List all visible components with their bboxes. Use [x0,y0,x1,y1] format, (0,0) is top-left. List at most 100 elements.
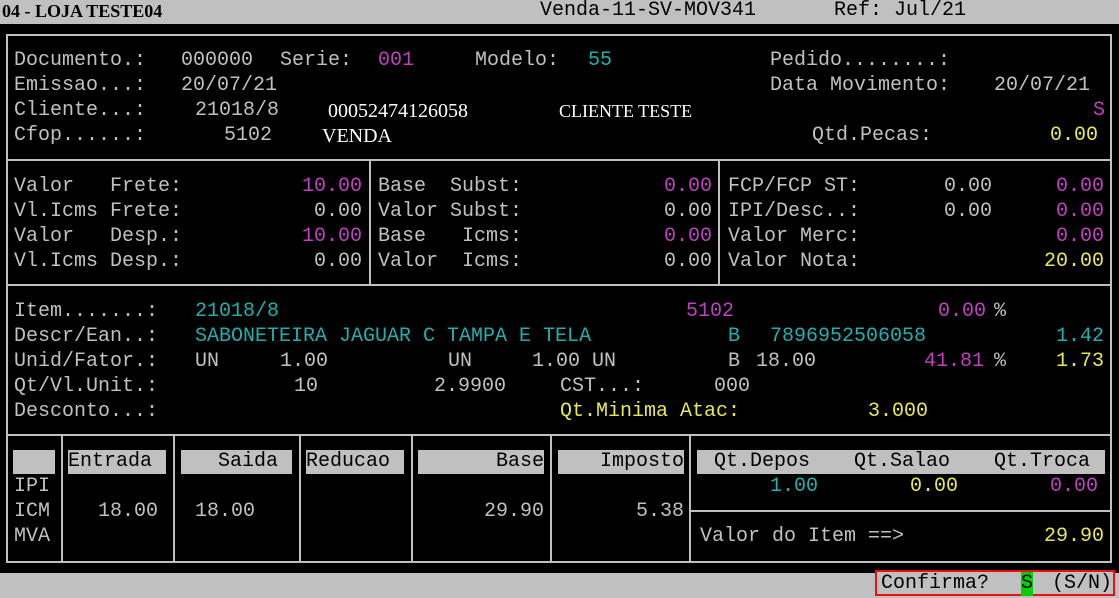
unid-1: UN [195,350,220,373]
item-percent: 0.00 [938,300,987,323]
qt-minima-label: Qt.Minima Atac: [560,400,741,423]
modelo-value: 55 [588,49,613,72]
divider [173,434,175,563]
qtd-pecas-value: 0.00 [1050,124,1099,147]
item-description: SABONETEIRA JAGUAR C TAMPA E TELA [195,325,592,348]
base-subst-label: Base Subst: [378,175,523,198]
divider [718,159,720,286]
cst-label: CST...: [560,375,645,398]
cfop-label: Cfop......: [14,124,147,147]
serie-value: 001 [378,49,415,72]
fator-2: 1.00 UN [532,350,617,373]
header-base: Base [418,450,544,474]
qt-depos-label: Qt.Depos [714,450,811,473]
cliente-name: CLIENTE TESTE [559,101,693,121]
header-imposto-label: Imposto [599,450,684,473]
data-movimento-label: Data Movimento: [770,74,951,97]
description-value: 1.42 [1055,325,1104,348]
item-percent-sign: % [994,300,1007,323]
reference-period: Ref: Jul/21 [834,0,967,22]
qt-depos-value: 1.00 [770,475,819,498]
ipi-desc-value-b: 0.00 [1055,200,1104,223]
divider [689,434,691,563]
valor-desp-value: 10.00 [301,225,362,248]
screen-id: Venda-11-SV-MOV341 [540,0,757,22]
icm-imposto: 5.38 [635,500,684,523]
base-subst-value: 0.00 [663,175,712,198]
valor-item-value: 29.90 [1043,525,1104,548]
valor-merc-label: Valor Merc: [728,225,861,248]
cliente-code: 21018/8 [195,99,280,122]
cst-value: 000 [714,375,751,398]
modelo-label: Modelo: [475,49,560,72]
valor-icms-label: Valor Icms: [378,250,523,273]
header-entrada: Entrada [68,450,166,474]
valor-icms-value: 0.00 [663,250,712,273]
row-ipi-label: IPI [14,475,51,498]
title-bar: 04 - LOJA TESTE04 Venda-11-SV-MOV341 Ref… [0,0,1119,24]
icm-base: 29.90 [483,500,544,523]
unid-flag: B [728,350,741,373]
divider [6,434,1112,436]
item-cfop: 5102 [686,300,735,323]
confirm-input[interactable]: S [1021,572,1034,596]
valor-subst-label: Valor Subst: [378,200,523,223]
confirm-prompt[interactable]: Confirma? S (S/N) [875,570,1115,596]
quantity: 10 [294,375,319,398]
emissao-label: Emissao...: [14,74,147,97]
vl-icms-desp-label: Vl.Icms Desp.: [14,250,183,273]
qt-salao-value: 0.00 [910,475,959,498]
data-movimento-value: 20/07/21 [994,74,1091,97]
unid-2: UN [448,350,473,373]
row-mva-label: MVA [14,525,51,548]
header-reducao: Reducao [306,450,404,474]
item-code: 21018/8 [195,300,280,323]
unid-value: 18.00 [756,350,817,373]
qt-label: Qt/Vl.Unit.: [14,375,159,398]
store-name: 04 - LOJA TESTE04 [2,1,163,21]
divider [689,510,1112,512]
header-reducao-label: Reducao [306,450,391,473]
unid-percent: 41.81 [924,350,985,373]
documento-label: Documento.: [14,49,147,72]
confirm-label: Confirma? [881,572,990,595]
fator-1: 1.00 [280,350,329,373]
desconto-label: Desconto...: [14,400,159,423]
ipi-desc-value-a: 0.00 [943,200,992,223]
divider [61,434,63,563]
valor-subst-value: 0.00 [663,200,712,223]
vl-icms-desp-value: 0.00 [313,250,362,273]
header-saida-label: Saida [217,450,278,473]
vl-icms-frete-value: 0.00 [313,200,362,223]
divider [6,159,1112,161]
valor-desp-label: Valor Desp.: [14,225,183,248]
unid-value-2: 1.73 [1055,350,1104,373]
divider [411,434,413,563]
base-icms-label: Base Icms: [378,225,523,248]
divider [550,434,552,563]
fcp-value-a: 0.00 [943,175,992,198]
tax-table-corner [13,450,55,474]
ipi-desc-label: IPI/Desc..: [728,200,861,223]
qt-minima-value: 3.000 [868,400,929,423]
cfop-value: 5102 [224,124,273,147]
valor-frete-value: 10.00 [301,175,362,198]
header-imposto: Imposto [558,450,684,474]
documento-value: 000000 [181,49,254,72]
descr-label: Descr/Ean..: [14,325,159,348]
qt-troca-value: 0.00 [1050,475,1099,498]
header-entrada-label: Entrada [68,450,153,473]
valor-frete-label: Valor Frete: [14,175,183,198]
qtd-pecas-label: Qtd.Pecas: [812,124,933,147]
header-saida: Saida [181,450,292,474]
description-flag: B [728,325,741,348]
vl-icms-frete-label: Vl.Icms Frete: [14,200,183,223]
unid-label: Unid/Fator.: [14,350,159,373]
cfop-description: VENDA [322,125,392,147]
cliente-document: 00052474126058 [328,100,468,122]
cliente-label: Cliente...: [14,99,147,122]
confirm-options: (S/N) [1052,572,1113,595]
serie-label: Serie: [280,49,353,72]
item-label: Item.......: [14,300,159,323]
pedido-label: Pedido........: [770,49,951,72]
